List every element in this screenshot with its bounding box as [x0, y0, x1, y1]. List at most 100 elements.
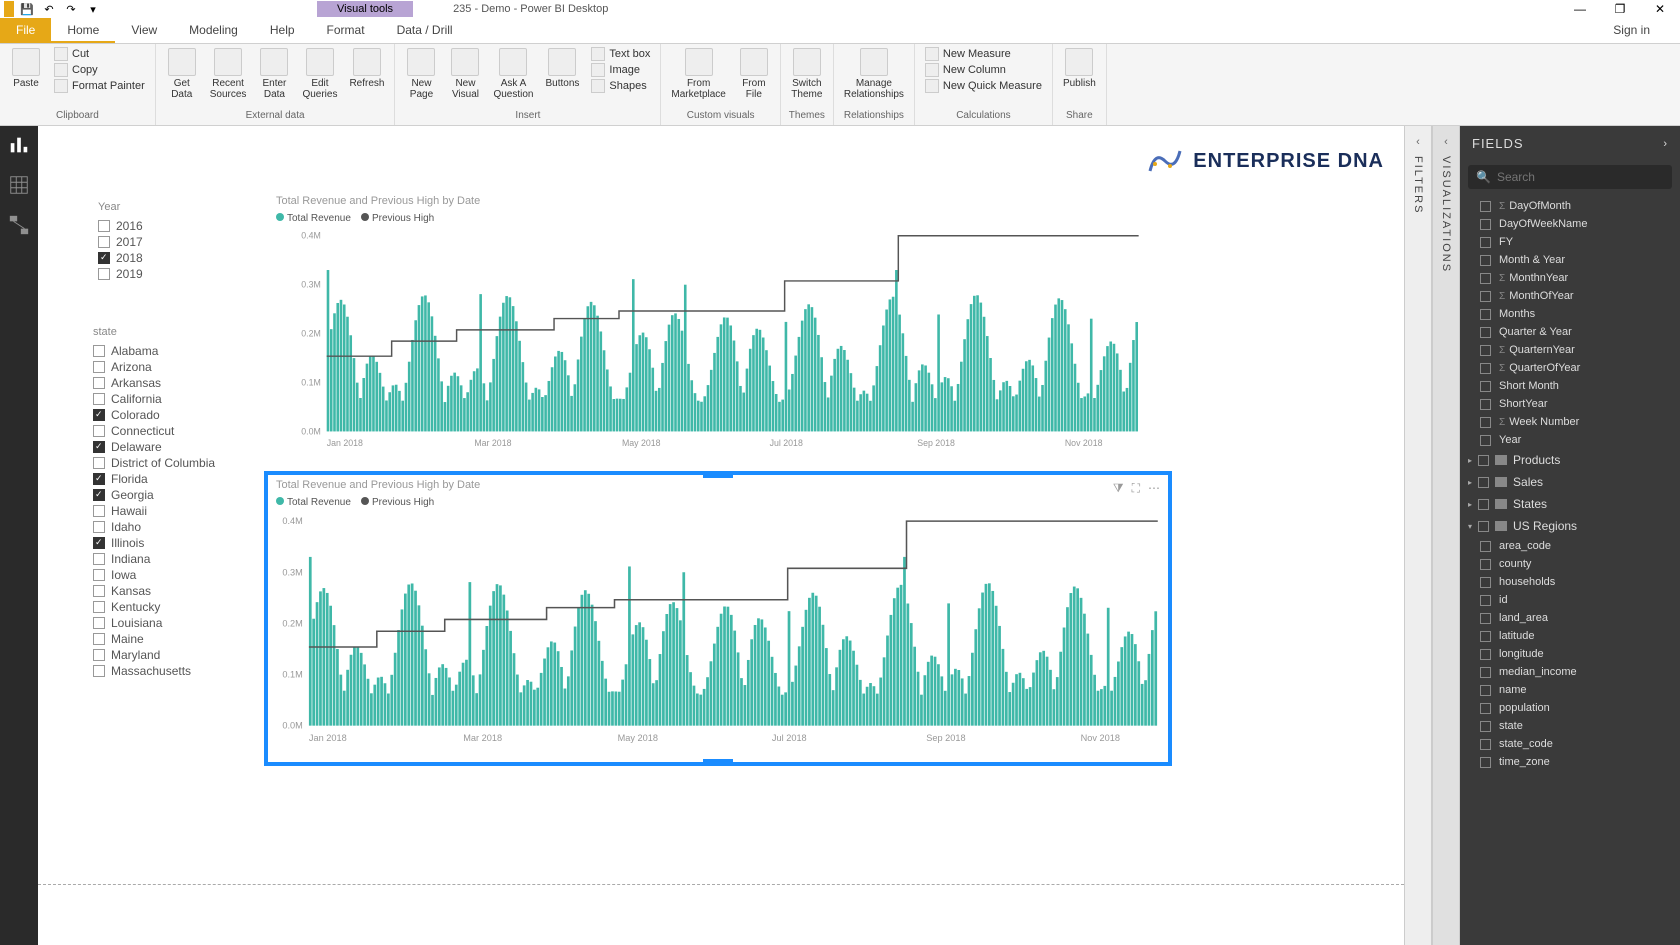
checkbox-icon[interactable] [93, 649, 105, 661]
checkbox-icon[interactable] [93, 521, 105, 533]
visualizations-pane-collapsed[interactable]: ‹ VISUALIZATIONS [1432, 126, 1460, 945]
slicer-option[interactable]: Hawaii [93, 504, 215, 518]
switch-theme-button[interactable]: Switch Theme [787, 46, 827, 102]
search-input[interactable] [1497, 170, 1664, 184]
slicer-option[interactable]: 2019 [98, 267, 143, 281]
slicer-option[interactable]: Idaho [93, 520, 215, 534]
manage-relationships-button[interactable]: Manage Relationships [840, 46, 908, 102]
checkbox-icon[interactable] [98, 220, 110, 232]
field-item[interactable]: longitude [1460, 645, 1680, 663]
checkbox-icon[interactable] [93, 505, 105, 517]
chart-top[interactable]: Total Revenue and Previous High by Date … [268, 191, 1168, 466]
publish-button[interactable]: Publish [1059, 46, 1100, 91]
checkbox-icon[interactable] [98, 268, 110, 280]
text-box-button[interactable]: Text box [587, 46, 654, 62]
checkbox-icon[interactable] [93, 489, 105, 501]
slicer-option[interactable]: District of Columbia [93, 456, 215, 470]
field-item[interactable]: name [1460, 681, 1680, 699]
field-table[interactable]: ▾US Regions [1460, 515, 1680, 537]
tab-home[interactable]: Home [51, 18, 115, 43]
collapse-fields-icon[interactable]: › [1663, 138, 1668, 150]
checkbox-icon[interactable] [98, 236, 110, 248]
field-item[interactable]: ΣQuarternYear [1460, 341, 1680, 359]
slicer-option[interactable]: Indiana [93, 552, 215, 566]
paste-button[interactable]: Paste [6, 46, 46, 91]
slicer-option[interactable]: Maryland [93, 648, 215, 662]
checkbox-icon[interactable] [93, 665, 105, 677]
year-slicer[interactable]: Year 2016201720182019 [98, 201, 143, 283]
slicer-option[interactable]: 2018 [98, 251, 143, 265]
close-icon[interactable]: ✕ [1640, 2, 1680, 16]
get-data-button[interactable]: Get Data [162, 46, 202, 102]
new-measure-button[interactable]: New Measure [921, 46, 1046, 62]
field-item[interactable]: time_zone [1460, 753, 1680, 771]
data-view-icon[interactable] [8, 174, 30, 196]
field-item[interactable]: latitude [1460, 627, 1680, 645]
checkbox-icon[interactable] [93, 601, 105, 613]
slicer-option[interactable]: Louisiana [93, 616, 215, 630]
slicer-option[interactable]: Georgia [93, 488, 215, 502]
format-painter-button[interactable]: Format Painter [50, 78, 149, 94]
slicer-option[interactable]: Massachusetts [93, 664, 215, 678]
slicer-option[interactable]: Florida [93, 472, 215, 486]
checkbox-icon[interactable] [93, 345, 105, 357]
from-marketplace-button[interactable]: From Marketplace [667, 46, 729, 102]
filters-pane-collapsed[interactable]: ‹ FILTERS [1404, 126, 1432, 945]
checkbox-icon[interactable] [93, 377, 105, 389]
field-item[interactable]: ΣDayOfMonth [1460, 197, 1680, 215]
more-options-icon[interactable]: ⋯ [1148, 481, 1160, 496]
redo-icon[interactable]: ↷ [62, 1, 80, 17]
slicer-option[interactable]: Maine [93, 632, 215, 646]
qat-dropdown-icon[interactable]: ▾ [84, 1, 102, 17]
resize-handle-top[interactable] [703, 473, 733, 478]
checkbox-icon[interactable] [93, 617, 105, 629]
shapes-button[interactable]: Shapes [587, 78, 654, 94]
slicer-option[interactable]: Illinois [93, 536, 215, 550]
copy-button[interactable]: Copy [50, 62, 149, 78]
slicer-option[interactable]: Kentucky [93, 600, 215, 614]
cut-button[interactable]: Cut [50, 46, 149, 62]
checkbox-icon[interactable] [93, 393, 105, 405]
slicer-option[interactable]: Colorado [93, 408, 215, 422]
buttons-button[interactable]: Buttons [542, 46, 584, 91]
field-item[interactable]: Short Month [1460, 377, 1680, 395]
field-item[interactable]: Month & Year [1460, 251, 1680, 269]
report-view-icon[interactable] [8, 134, 30, 156]
field-table[interactable]: ▸States [1460, 493, 1680, 515]
image-button[interactable]: Image [587, 62, 654, 78]
new-page-button[interactable]: New Page [401, 46, 441, 102]
slicer-option[interactable]: Alabama [93, 344, 215, 358]
save-icon[interactable]: 💾 [18, 1, 36, 17]
report-canvas[interactable]: ENTERPRISE DNA Year 2016201720182019 sta… [38, 126, 1404, 945]
field-item[interactable]: ShortYear [1460, 395, 1680, 413]
field-item[interactable]: Year [1460, 431, 1680, 449]
edit-queries-button[interactable]: Edit Queries [298, 46, 341, 102]
slicer-option[interactable]: Iowa [93, 568, 215, 582]
field-item[interactable]: id [1460, 591, 1680, 609]
new-column-button[interactable]: New Column [921, 62, 1046, 78]
state-slicer[interactable]: state AlabamaArizonaArkansasCaliforniaCo… [93, 326, 215, 680]
field-item[interactable]: ΣWeek Number [1460, 413, 1680, 431]
field-item[interactable]: state [1460, 717, 1680, 735]
filter-icon[interactable]: ⧩ [1113, 481, 1124, 496]
checkbox-icon[interactable] [98, 252, 110, 264]
field-item[interactable]: county [1460, 555, 1680, 573]
checkbox-icon[interactable] [93, 441, 105, 453]
field-table[interactable]: ▸Sales [1460, 471, 1680, 493]
focus-mode-icon[interactable]: ⛶ [1132, 481, 1140, 496]
chart-bottom[interactable]: ⧩ ⛶ ⋯ Total Revenue and Previous High by… [264, 471, 1172, 766]
checkbox-icon[interactable] [93, 569, 105, 581]
field-item[interactable]: population [1460, 699, 1680, 717]
file-tab[interactable]: File [0, 18, 51, 43]
slicer-option[interactable]: 2016 [98, 219, 143, 233]
tab-view[interactable]: View [115, 18, 173, 43]
slicer-option[interactable]: Delaware [93, 440, 215, 454]
field-item[interactable]: land_area [1460, 609, 1680, 627]
maximize-icon[interactable]: ❐ [1600, 2, 1640, 16]
field-item[interactable]: ΣMonthnYear [1460, 269, 1680, 287]
slicer-option[interactable]: Arkansas [93, 376, 215, 390]
new-visual-button[interactable]: New Visual [445, 46, 485, 102]
ask-question-button[interactable]: Ask A Question [489, 46, 537, 102]
tab-format[interactable]: Format [311, 18, 381, 43]
checkbox-icon[interactable] [93, 457, 105, 469]
